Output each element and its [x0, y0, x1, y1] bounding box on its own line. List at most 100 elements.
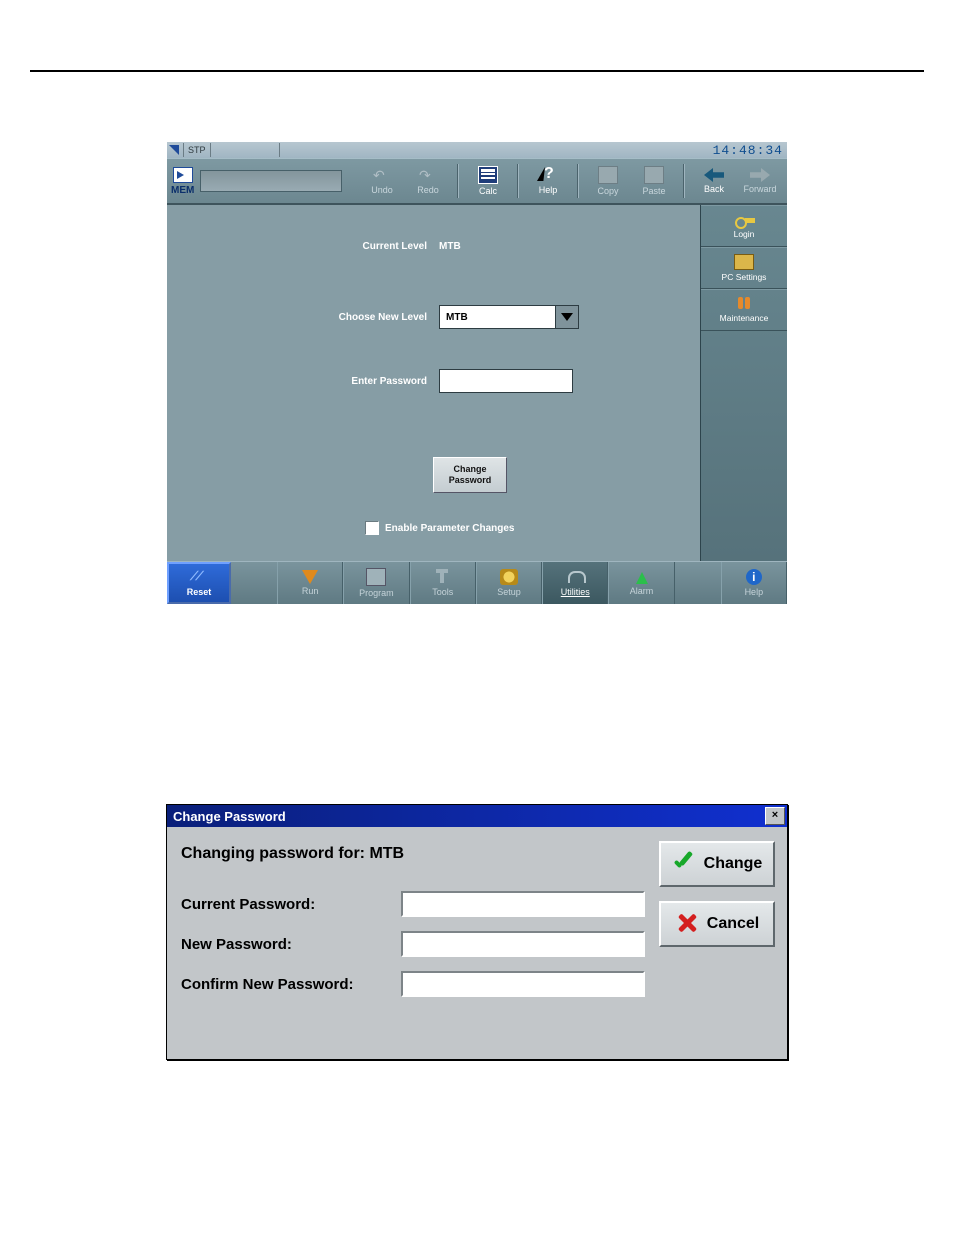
choose-new-level-select[interactable]: MTB — [439, 305, 579, 329]
alarm-icon — [636, 572, 648, 584]
cancel-button[interactable]: Cancel — [659, 901, 775, 947]
calc-button[interactable]: Calc — [465, 161, 511, 201]
alarm-label: Alarm — [630, 586, 654, 596]
paste-button[interactable]: Paste — [631, 161, 677, 201]
alarm-button[interactable]: Alarm — [608, 562, 674, 604]
clock: 14:48:34 — [713, 143, 787, 158]
toolbar-divider — [683, 164, 685, 198]
current-password-input[interactable] — [401, 891, 645, 917]
run-label: Run — [302, 586, 319, 596]
sidebar-login-label: Login — [734, 229, 755, 239]
enter-password-label: Enter Password — [167, 376, 439, 387]
info-icon — [746, 569, 762, 585]
current-password-label: Current Password: — [181, 896, 401, 913]
window-titlebar: STP 14:48:34 — [167, 142, 787, 158]
help-footer-label: Help — [745, 587, 764, 597]
chevron-down-icon — [555, 306, 578, 328]
close-button[interactable]: × — [765, 807, 785, 825]
titlebar-separator — [279, 143, 280, 157]
sidebar-login-button[interactable]: Login — [701, 205, 787, 247]
footer-gap — [231, 562, 277, 604]
utilities-icon — [566, 569, 584, 585]
undo-button[interactable]: Undo — [359, 161, 405, 201]
sidebar-maintenance-button[interactable]: Maintenance — [701, 289, 787, 331]
enable-parameter-changes-checkbox[interactable] — [365, 521, 379, 535]
forward-label: Forward — [743, 184, 776, 194]
confirm-new-password-label: Confirm New Password: — [181, 976, 401, 993]
change-password-label: Change Password — [449, 464, 492, 486]
change-password-button[interactable]: Change Password — [433, 457, 507, 493]
choose-new-level-value: MTB — [446, 312, 468, 323]
help-button[interactable]: Help — [525, 161, 571, 201]
mode-indicator: STP — [188, 145, 206, 155]
redo-button[interactable]: Redo — [405, 161, 451, 201]
paste-label: Paste — [642, 186, 665, 196]
footer-gap — [675, 562, 721, 604]
copy-icon — [598, 166, 618, 184]
sidebar-pc-settings-label: PC Settings — [722, 272, 767, 282]
app-corner-icon — [169, 145, 179, 155]
arrow-right-icon — [750, 168, 770, 182]
copy-label: Copy — [597, 186, 618, 196]
back-button[interactable]: Back — [691, 161, 737, 201]
dialog-title: Change Password — [173, 809, 286, 824]
change-button[interactable]: Change — [659, 841, 775, 887]
current-level-value: MTB — [439, 241, 461, 252]
section-divider — [30, 70, 924, 72]
tools-icon — [434, 569, 452, 585]
sidebar-maintenance-label: Maintenance — [720, 313, 769, 323]
change-password-dialog: Change Password × Changing password for:… — [166, 804, 788, 1060]
setup-label: Setup — [497, 587, 521, 597]
tools-button[interactable]: Tools — [410, 562, 476, 604]
run-button[interactable]: Run — [277, 562, 343, 604]
copy-button[interactable]: Copy — [585, 161, 631, 201]
password-input[interactable] — [439, 369, 573, 393]
new-password-label: New Password: — [181, 936, 401, 953]
utilities-button[interactable]: Utilities — [542, 562, 608, 604]
setup-button[interactable]: Setup — [476, 562, 542, 604]
titlebar-separator — [210, 143, 211, 157]
dialog-titlebar: Change Password × — [167, 805, 787, 827]
calc-label: Calc — [479, 186, 497, 196]
sidebar-pc-settings-button[interactable]: PC Settings — [701, 247, 787, 289]
help-cursor-icon — [539, 167, 557, 183]
new-password-input[interactable] — [401, 931, 645, 957]
top-toolbar: MEM Undo Redo Calc — [167, 158, 787, 204]
utilities-label: Utilities — [561, 587, 590, 597]
paste-icon — [644, 166, 664, 184]
login-screen: STP 14:48:34 MEM Undo — [167, 142, 787, 604]
toolbar-divider — [457, 164, 459, 198]
tools-label: Tools — [432, 587, 453, 597]
current-level-label: Current Level — [167, 241, 439, 252]
undo-label: Undo — [371, 185, 393, 195]
redo-label: Redo — [417, 185, 439, 195]
mem-label: MEM — [171, 185, 194, 196]
cancel-button-label: Cancel — [707, 915, 759, 933]
enable-parameter-changes-label: Enable Parameter Changes — [385, 523, 515, 534]
cross-icon — [675, 912, 699, 936]
change-button-label: Change — [704, 855, 763, 873]
back-label: Back — [704, 184, 724, 194]
arrow-left-icon — [704, 168, 724, 182]
confirm-new-password-input[interactable] — [401, 971, 645, 997]
right-sidebar: Login PC Settings Maintenance — [700, 205, 787, 561]
forward-button[interactable]: Forward — [737, 161, 783, 201]
reset-button[interactable]: Reset — [167, 562, 231, 604]
address-field[interactable] — [200, 170, 342, 192]
program-label: Program — [359, 588, 394, 598]
mem-button[interactable]: MEM — [171, 167, 194, 196]
program-button[interactable]: Program — [343, 562, 409, 604]
setup-icon — [500, 569, 518, 585]
mem-icon — [173, 167, 193, 183]
bottom-nav: Reset Run Program Tools Setup — [167, 561, 787, 604]
toolbar-divider — [517, 164, 519, 198]
titlebar-separator — [183, 143, 184, 157]
calculator-icon — [478, 166, 498, 184]
help-footer-button[interactable]: Help — [721, 562, 787, 604]
key-icon — [735, 213, 753, 227]
choose-new-level-label: Choose New Level — [167, 312, 439, 323]
reset-label: Reset — [187, 587, 212, 597]
maintenance-icon — [735, 297, 753, 311]
close-icon: × — [772, 809, 778, 821]
login-panel: Current Level MTB Choose New Level MTB E… — [167, 205, 700, 561]
